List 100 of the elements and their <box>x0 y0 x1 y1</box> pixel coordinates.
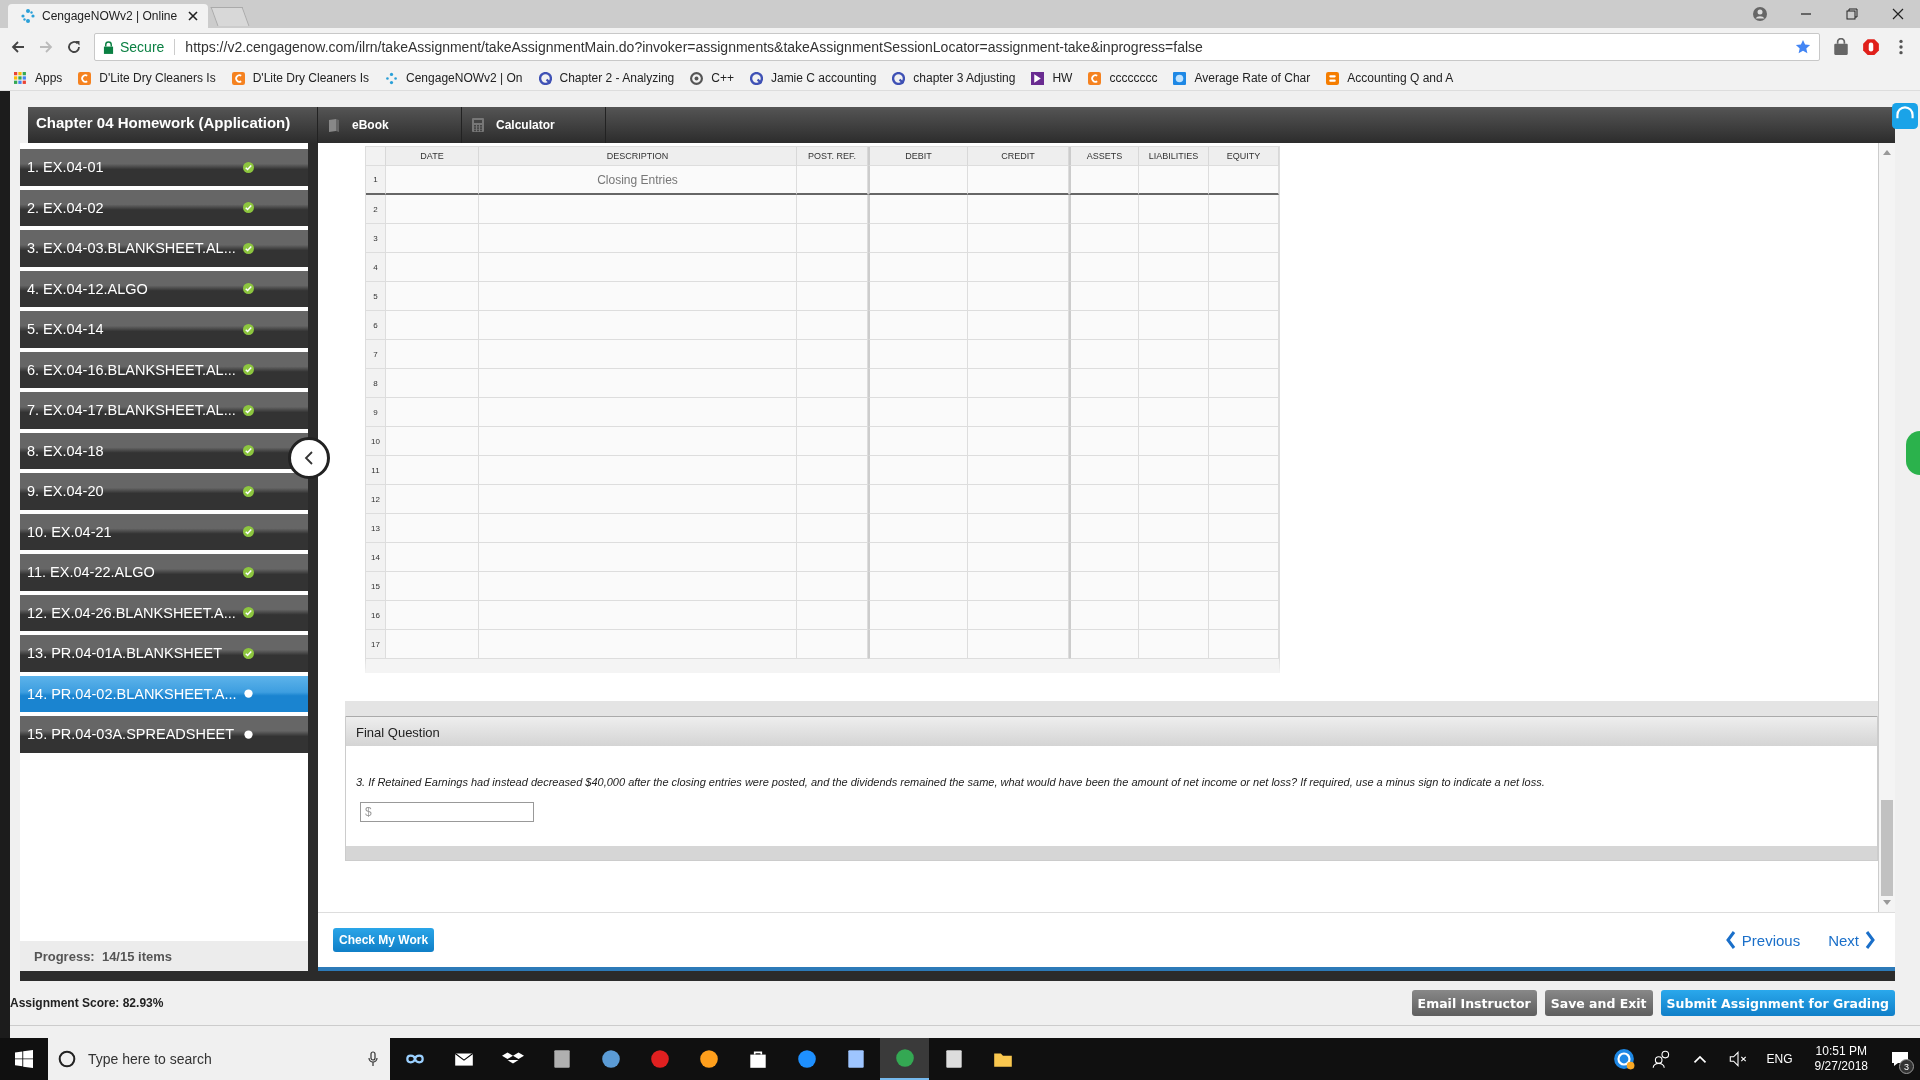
table-cell[interactable] <box>479 572 797 601</box>
bag-icon[interactable] <box>1832 38 1850 56</box>
question-item[interactable]: 2. EX.04-02 <box>20 189 308 226</box>
question-item[interactable]: 10. EX.04-21 <box>20 513 308 550</box>
table-cell[interactable] <box>1139 282 1209 311</box>
table-cell[interactable] <box>968 224 1069 253</box>
table-cell[interactable] <box>797 224 868 253</box>
back-icon[interactable] <box>10 39 26 55</box>
table-cell[interactable] <box>386 456 479 485</box>
table-cell[interactable] <box>1069 398 1139 427</box>
table-cell[interactable] <box>1209 630 1279 659</box>
table-cell[interactable] <box>386 224 479 253</box>
table-cell[interactable] <box>1069 514 1139 543</box>
table-cell[interactable] <box>797 427 868 456</box>
table-cell[interactable] <box>386 311 479 340</box>
table-cell[interactable] <box>1209 311 1279 340</box>
table-cell[interactable] <box>1209 485 1279 514</box>
table-cell[interactable] <box>479 427 797 456</box>
table-cell[interactable] <box>797 195 868 224</box>
table-cell[interactable] <box>1069 166 1139 195</box>
table-cell[interactable] <box>1209 398 1279 427</box>
bookmark[interactable]: Average Rate of Char <box>1173 71 1311 85</box>
bookmark[interactable]: Jamie C accounting <box>749 71 877 85</box>
table-cell[interactable] <box>868 282 968 311</box>
table-cell[interactable] <box>1209 601 1279 630</box>
table-cell[interactable] <box>479 311 797 340</box>
table-cell[interactable] <box>968 543 1069 572</box>
bookmark[interactable]: CengageNOWv2 | On <box>385 71 523 85</box>
table-cell[interactable] <box>479 340 797 369</box>
scrollbar[interactable] <box>1879 143 1895 912</box>
table-cell[interactable] <box>1209 369 1279 398</box>
table-cell[interactable] <box>968 514 1069 543</box>
table-cell[interactable] <box>968 601 1069 630</box>
table-cell[interactable] <box>386 485 479 514</box>
table-cell[interactable] <box>479 398 797 427</box>
table-cell[interactable] <box>1139 369 1209 398</box>
table-cell[interactable] <box>386 427 479 456</box>
bookmark[interactable]: chapter 3 Adjusting <box>892 71 1016 85</box>
table-cell[interactable] <box>479 456 797 485</box>
answer-field[interactable]: $ <box>360 802 534 822</box>
table-cell[interactable] <box>386 369 479 398</box>
table-cell[interactable] <box>1069 427 1139 456</box>
table-cell[interactable] <box>386 195 479 224</box>
table-cell[interactable] <box>1209 543 1279 572</box>
table-cell[interactable] <box>968 253 1069 282</box>
address-bar[interactable]: Secure https://v2.cengagenow.com/ilrn/takeAssignment/takeAssignmentMain.do?invoker=assignments&takeAssignmentSessionLocator=assignment-take&inprogress=false <box>94 33 1820 61</box>
table-cell[interactable] <box>1069 572 1139 601</box>
bookmark[interactable]: cccccccc <box>1088 71 1158 85</box>
table-cell[interactable] <box>1139 340 1209 369</box>
windows-logo-icon[interactable] <box>15 1050 33 1068</box>
bookmark[interactable]: Apps <box>14 71 63 85</box>
scroll-up-icon[interactable] <box>1883 149 1891 155</box>
question-item[interactable]: 11. EX.04-22.ALGO <box>20 554 308 591</box>
stop-sign-icon[interactable] <box>1862 38 1880 56</box>
forward-icon[interactable] <box>38 39 54 55</box>
question-item[interactable]: 1. EX.04-01 <box>20 149 308 186</box>
table-cell[interactable] <box>968 630 1069 659</box>
table-cell[interactable] <box>386 340 479 369</box>
table-cell[interactable] <box>968 195 1069 224</box>
table-cell[interactable] <box>968 166 1069 195</box>
table-cell[interactable] <box>479 543 797 572</box>
table-cell[interactable] <box>968 456 1069 485</box>
table-cell[interactable] <box>1069 543 1139 572</box>
question-item[interactable]: 6. EX.04-16.BLANKSHEET.AL... <box>20 351 308 388</box>
table-cell[interactable] <box>1069 456 1139 485</box>
table-cell[interactable] <box>1139 427 1209 456</box>
table-cell[interactable] <box>1209 195 1279 224</box>
table-cell[interactable] <box>797 456 868 485</box>
table-cell[interactable] <box>868 224 968 253</box>
table-cell[interactable] <box>797 514 868 543</box>
close-icon[interactable] <box>1890 6 1906 22</box>
table-cell[interactable] <box>968 572 1069 601</box>
profile-icon[interactable] <box>1752 6 1768 22</box>
table-cell[interactable] <box>968 398 1069 427</box>
table-cell[interactable] <box>797 166 868 195</box>
table-cell[interactable] <box>797 543 868 572</box>
table-cell[interactable] <box>1209 427 1279 456</box>
table-cell[interactable] <box>797 485 868 514</box>
table-cell[interactable] <box>1139 543 1209 572</box>
help-tab[interactable] <box>1906 431 1920 475</box>
table-cell[interactable] <box>797 340 868 369</box>
help-icon[interactable] <box>1612 1048 1635 1070</box>
table-cell[interactable] <box>797 369 868 398</box>
table-cell[interactable] <box>1069 253 1139 282</box>
question-item[interactable]: 14. PR.04-02.BLANKSHEET.A... <box>20 675 308 712</box>
table-cell[interactable] <box>1209 224 1279 253</box>
table-cell[interactable] <box>1069 224 1139 253</box>
table-cell[interactable] <box>479 514 797 543</box>
bookmark[interactable]: C++ <box>690 71 734 85</box>
table-cell[interactable] <box>1139 456 1209 485</box>
table-cell[interactable] <box>868 514 968 543</box>
table-cell[interactable] <box>968 427 1069 456</box>
table-cell[interactable] <box>479 601 797 630</box>
table-cell[interactable] <box>797 282 868 311</box>
table-cell[interactable] <box>797 630 868 659</box>
table-cell[interactable] <box>968 340 1069 369</box>
table-cell[interactable] <box>1069 630 1139 659</box>
table-cell[interactable] <box>868 427 968 456</box>
question-item[interactable]: 12. EX.04-26.BLANKSHEET.A... <box>20 594 308 631</box>
question-item[interactable]: 8. EX.04-18 <box>20 432 308 469</box>
